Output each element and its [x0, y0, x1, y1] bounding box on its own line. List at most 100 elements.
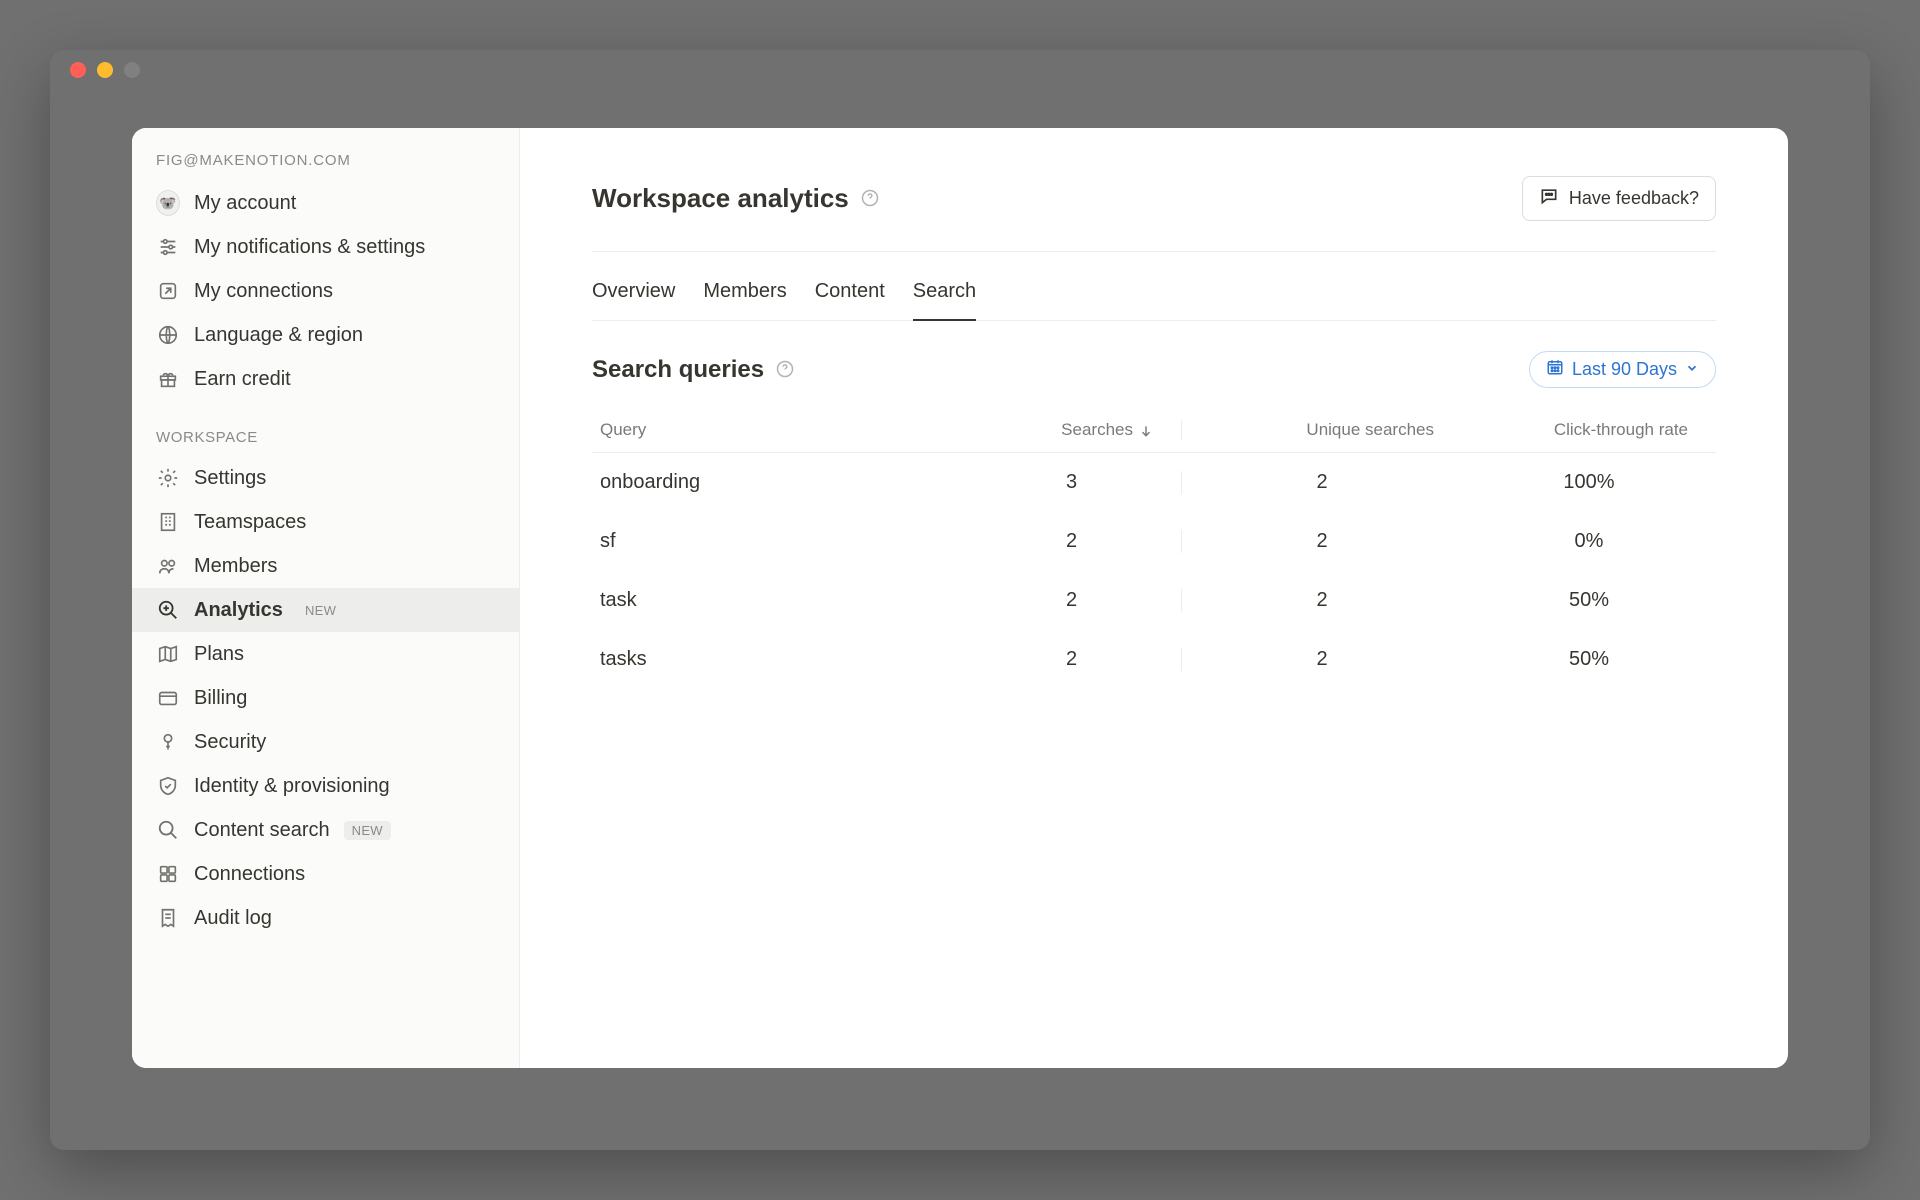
cell-searches: 2: [962, 648, 1182, 671]
minimize-window-button[interactable]: [97, 62, 113, 78]
main-content: Workspace analytics Have feedback? Overv…: [520, 128, 1788, 1068]
col-ctr[interactable]: Click-through rate: [1462, 420, 1716, 440]
sidebar-item-label: Audit log: [194, 907, 272, 930]
tabs: Overview Members Content Search: [592, 262, 1716, 321]
sidebar-item-label: My connections: [194, 280, 333, 303]
help-icon[interactable]: [776, 360, 796, 380]
new-badge: NEW: [297, 601, 344, 620]
gear-icon: [156, 466, 180, 490]
grid-icon: [156, 862, 180, 886]
sidebar-item-billing[interactable]: Billing: [132, 676, 519, 720]
sidebar-item-label: Earn credit: [194, 368, 291, 391]
app-window: FIG@MAKENOTION.COM 🐨 My account My notif…: [50, 50, 1870, 1150]
sidebar-item-connections[interactable]: My connections: [132, 269, 519, 313]
card-icon: [156, 686, 180, 710]
sidebar-item-label: Content search: [194, 819, 330, 842]
sidebar-item-label: Analytics: [194, 599, 283, 622]
search-queries-table: Query Searches Unique searches Click-thr…: [592, 408, 1716, 689]
section-header: Search queries Last 90 Days: [592, 351, 1716, 388]
sidebar-item-audit-log[interactable]: Audit log: [132, 896, 519, 940]
sidebar-item-ws-connections[interactable]: Connections: [132, 852, 519, 896]
sidebar-item-label: Connections: [194, 863, 305, 886]
calendar-icon: [1546, 358, 1564, 381]
sidebar-item-settings[interactable]: Settings: [132, 456, 519, 500]
people-icon: [156, 554, 180, 578]
sidebar-item-label: Language & region: [194, 324, 363, 347]
tab-content[interactable]: Content: [815, 262, 885, 321]
sidebar-item-label: Security: [194, 731, 266, 754]
cell-searches: 2: [962, 530, 1182, 553]
receipt-icon: [156, 906, 180, 930]
page-title: Workspace analytics: [592, 183, 849, 214]
table-row[interactable]: sf 2 2 0%: [592, 512, 1716, 571]
sidebar-item-plans[interactable]: Plans: [132, 632, 519, 676]
gift-icon: [156, 367, 180, 391]
table-row[interactable]: tasks 2 2 50%: [592, 630, 1716, 689]
cell-ctr: 50%: [1462, 648, 1716, 671]
sidebar-item-earn-credit[interactable]: Earn credit: [132, 357, 519, 401]
sidebar-item-label: Identity & provisioning: [194, 775, 390, 798]
table-row[interactable]: task 2 2 50%: [592, 571, 1716, 630]
sidebar-item-language[interactable]: Language & region: [132, 313, 519, 357]
sidebar-item-label: My account: [194, 192, 296, 215]
section-title: Search queries: [592, 356, 764, 384]
sidebar-item-my-account[interactable]: 🐨 My account: [132, 181, 519, 225]
table-header-row: Query Searches Unique searches Click-thr…: [592, 408, 1716, 453]
tab-members[interactable]: Members: [703, 262, 786, 321]
sidebar-item-label: Teamspaces: [194, 511, 306, 534]
sidebar-account-header: FIG@MAKENOTION.COM: [132, 152, 519, 181]
globe-icon: [156, 323, 180, 347]
date-filter-label: Last 90 Days: [1572, 359, 1677, 380]
cell-unique: 2: [1182, 648, 1462, 671]
search-icon: [156, 818, 180, 842]
table-row[interactable]: onboarding 3 2 100%: [592, 453, 1716, 512]
sliders-icon: [156, 235, 180, 259]
table-body: onboarding 3 2 100% sf 2 2 0% task 2: [592, 453, 1716, 689]
sidebar-item-label: Settings: [194, 467, 266, 490]
tab-overview[interactable]: Overview: [592, 262, 675, 321]
cell-ctr: 100%: [1462, 471, 1716, 494]
col-unique[interactable]: Unique searches: [1182, 420, 1462, 440]
sidebar-item-label: Billing: [194, 687, 247, 710]
cell-query: tasks: [592, 648, 962, 671]
app-body: FIG@MAKENOTION.COM 🐨 My account My notif…: [132, 128, 1788, 1068]
sidebar: FIG@MAKENOTION.COM 🐨 My account My notif…: [132, 128, 520, 1068]
cell-ctr: 0%: [1462, 530, 1716, 553]
cell-unique: 2: [1182, 471, 1462, 494]
map-icon: [156, 642, 180, 666]
arrow-up-right-icon: [156, 279, 180, 303]
cell-searches: 3: [962, 471, 1182, 494]
cell-unique: 2: [1182, 530, 1462, 553]
cell-ctr: 50%: [1462, 589, 1716, 612]
sidebar-workspace-header: WORKSPACE: [132, 401, 519, 456]
sidebar-item-identity[interactable]: Identity & provisioning: [132, 764, 519, 808]
col-query[interactable]: Query: [592, 420, 962, 440]
close-window-button[interactable]: [70, 62, 86, 78]
sidebar-item-label: Members: [194, 555, 277, 578]
cell-query: onboarding: [592, 471, 962, 494]
cell-query: task: [592, 589, 962, 612]
chevron-down-icon: [1685, 359, 1699, 380]
sidebar-item-content-search[interactable]: Content search NEW: [132, 808, 519, 852]
sidebar-item-label: Plans: [194, 643, 244, 666]
sidebar-item-teamspaces[interactable]: Teamspaces: [132, 500, 519, 544]
page-header: Workspace analytics Have feedback?: [592, 176, 1716, 252]
sidebar-item-label: My notifications & settings: [194, 236, 425, 259]
feedback-button[interactable]: Have feedback?: [1522, 176, 1716, 221]
sidebar-item-analytics[interactable]: Analytics NEW: [132, 588, 519, 632]
cell-query: sf: [592, 530, 962, 553]
shield-icon: [156, 774, 180, 798]
col-searches[interactable]: Searches: [962, 420, 1182, 440]
maximize-window-button[interactable]: [124, 62, 140, 78]
key-icon: [156, 730, 180, 754]
cell-searches: 2: [962, 589, 1182, 612]
sort-desc-icon: [1139, 423, 1153, 437]
titlebar: [50, 50, 1870, 90]
tab-search[interactable]: Search: [913, 262, 976, 321]
sidebar-item-notifications[interactable]: My notifications & settings: [132, 225, 519, 269]
help-icon[interactable]: [861, 189, 881, 209]
sidebar-item-members[interactable]: Members: [132, 544, 519, 588]
date-filter-button[interactable]: Last 90 Days: [1529, 351, 1716, 388]
feedback-label: Have feedback?: [1569, 188, 1699, 209]
sidebar-item-security[interactable]: Security: [132, 720, 519, 764]
